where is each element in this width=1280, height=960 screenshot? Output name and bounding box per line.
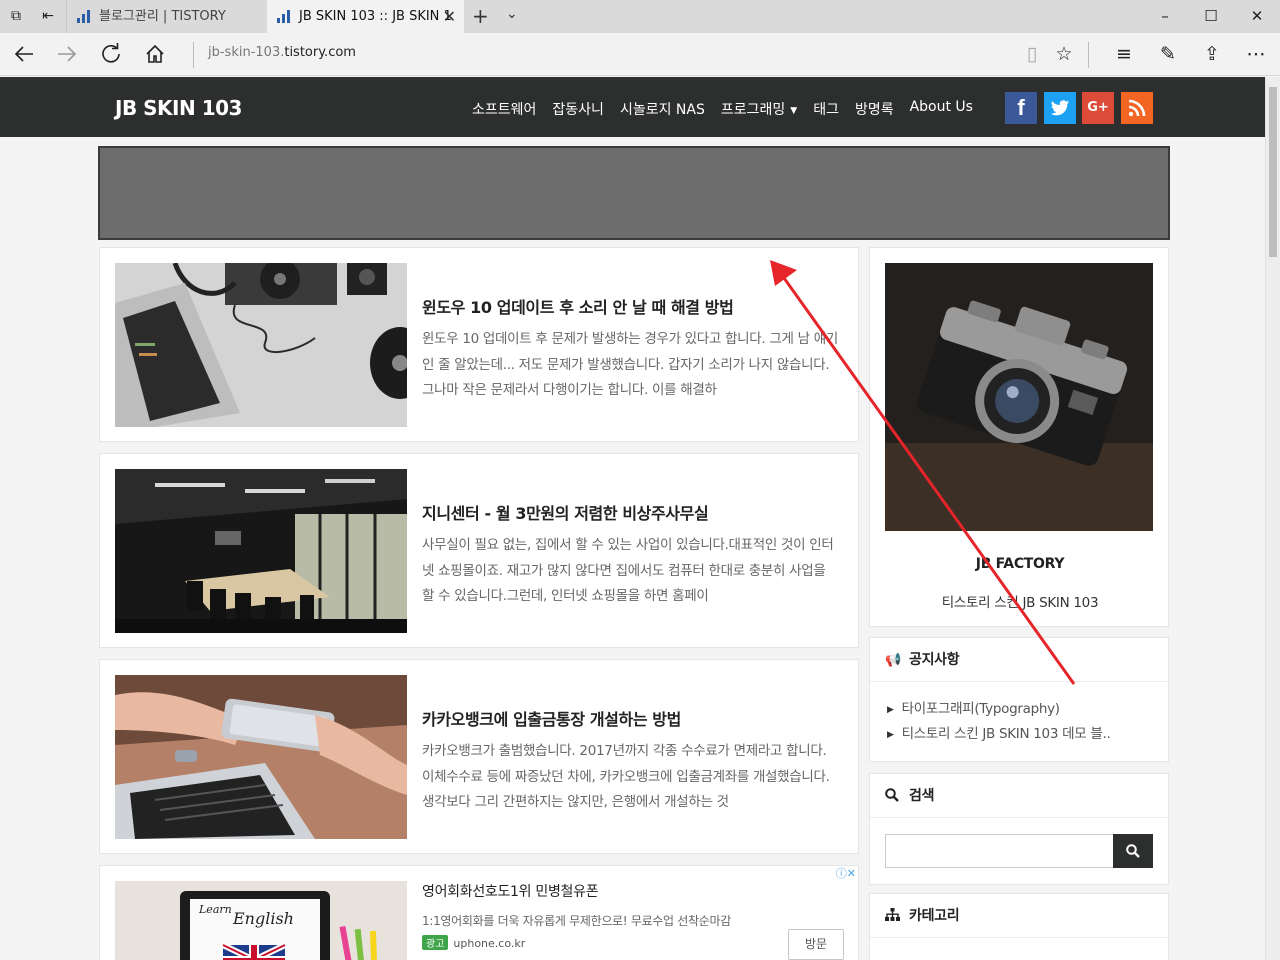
tab-preview-icon[interactable]: ⧉ [8,8,24,24]
profile-description: 티스토리 스킨 JB SKIN 103 [941,595,1099,611]
url-field[interactable]: jb-skin-103.tistory.com [208,45,356,60]
search-form [885,834,1153,868]
close-window-button[interactable]: ✕ [1234,0,1280,33]
post-title[interactable]: 윈도우 10 업데이트 후 소리 안 날 때 해결 방법 [422,294,734,318]
ad-source: 광고 uphone.co.kr [422,935,525,950]
hub-icon[interactable]: ≡ [1111,41,1137,67]
menu-item-tag[interactable]: 태그 [813,99,839,119]
tab-close-icon[interactable]: ✕ [443,0,456,33]
notice-heading: 📢 공지사항 [870,638,1168,682]
more-icon[interactable]: ⋯ [1243,41,1269,67]
google-plus-icon[interactable]: G+ [1082,92,1114,124]
scrollbar-thumb[interactable] [1269,87,1277,257]
address-bar: jb-skin-103.tistory.com ▯ ☆ ≡ ✎ ⇪ ⋯ [0,33,1280,76]
post-thumbnail[interactable] [115,469,407,633]
ad-choices-icon[interactable]: ⓘ✕ [828,866,858,882]
megaphone-icon: 📢 [885,653,901,668]
caret-right-icon: ▶ [887,705,894,715]
search-button[interactable] [1113,834,1153,868]
search-icon [885,775,903,819]
ad-badge: 광고 [422,935,449,950]
tistory-favicon-icon [77,10,91,23]
chevron-down-icon: ▼ [790,106,798,116]
profile-image [885,263,1153,531]
refresh-icon[interactable] [95,39,127,69]
profile-name: JB FACTORY [975,556,1065,572]
browser-tab-bar: ⧉ ⇤ 블로그관리 | TISTORY JB SKIN 103 :: JB SK… [0,0,1280,33]
site-logo[interactable]: JB SKIN 103 [115,96,242,120]
post-card[interactable]: 지니센터 - 월 3만원의 저렴한 비상주사무실 사무실이 필요 없는, 집에서… [99,453,859,648]
post-card[interactable]: 윈도우 10 업데이트 후 소리 안 날 때 해결 방법 윈도우 10 업데이트… [99,247,859,442]
address-separator [193,42,194,68]
site-header: JB SKIN 103 소프트웨어 잡동사니 시놀로지 NAS 프로그래밍 ▼ 태… [0,77,1280,137]
forward-arrow-icon[interactable] [51,39,83,69]
ad-visit-button[interactable]: 방문 [788,929,844,960]
category-heading: 카테고리 [870,894,1168,938]
post-excerpt: 카카오뱅크가 출범했습니다. 2017년까지 각종 수수료가 면제라고 합니다.… [422,743,830,810]
tistory-favicon-icon [277,10,291,23]
profile-widget: JB FACTORY 티스토리 스킨 JB SKIN 103 [869,247,1169,627]
minimize-button[interactable]: – [1142,0,1188,33]
reading-view-icon[interactable]: ▯ [1019,41,1045,67]
post-excerpt: 윈도우 10 업데이트 후 문제가 발생하는 경우가 있다고 합니다. 그게 남… [422,331,838,398]
ad-card[interactable]: Learn English ⓘ✕ 영어회화선호도1위 민병철유폰 1:1영어회화… [99,865,859,960]
page-scrollbar[interactable] [1265,77,1280,960]
ad-banner-placeholder[interactable] [98,146,1170,240]
notice-widget: 📢 공지사항 ▶ 타이포그래피(Typography) ▶ 티스토리 스킨 JB SK… [869,637,1169,762]
notice-item[interactable]: ▶ 티스토리 스킨 JB SKIN 103 데모 블.. [887,722,1153,747]
chevron-down-icon[interactable]: ⌄ [506,6,518,22]
sitemap-icon [885,895,903,939]
set-aside-icon[interactable]: ⇤ [40,8,56,24]
page-viewport: JB SKIN 103 소프트웨어 잡동사니 시놀로지 NAS 프로그래밍 ▼ 태… [0,77,1280,960]
tab-title: JB SKIN 103 :: JB SKIN 1 [299,9,452,24]
tab-jb-skin[interactable]: JB SKIN 103 :: JB SKIN 1 ✕ [267,0,464,33]
post-thumbnail[interactable] [115,263,407,427]
rss-icon[interactable] [1121,92,1153,124]
menu-item-guestbook[interactable]: 방명록 [855,99,894,119]
twitter-icon[interactable] [1044,92,1076,124]
menu-item-misc[interactable]: 잡동사니 [552,99,604,119]
star-icon[interactable]: ☆ [1051,41,1077,67]
post-card[interactable]: 카카오뱅크에 입출금통장 개설하는 방법 카카오뱅크가 출범했습니다. 2017… [99,659,859,854]
menu-item-programming[interactable]: 프로그래밍 ▼ [721,99,797,119]
pen-icon[interactable]: ✎ [1155,41,1181,67]
back-arrow-icon[interactable] [8,39,40,69]
menu-item-synology-nas[interactable]: 시놀로지 NAS [620,99,705,119]
ad-title[interactable]: 영어회화선호도1위 민병철유폰 [422,881,599,901]
search-input[interactable] [885,834,1114,868]
home-icon[interactable] [139,39,171,69]
ad-description: 1:1영어회화를 더욱 자유롭게 무제한으로! 무료수업 선착순마감 [422,914,731,928]
search-widget: 검색 [869,773,1169,885]
share-icon[interactable]: ⇪ [1199,41,1225,67]
notice-item[interactable]: ▶ 타이포그래피(Typography) [887,697,1153,722]
menu-item-software[interactable]: 소프트웨어 [472,99,536,119]
ad-image-english: English [233,909,294,928]
post-thumbnail[interactable] [115,675,407,839]
notice-list: ▶ 타이포그래피(Typography) ▶ 티스토리 스킨 JB SKIN 103… [870,682,1168,747]
post-title[interactable]: 카카오뱅크에 입출금통장 개설하는 방법 [422,706,681,730]
new-tab-icon[interactable]: + [472,4,489,28]
tab-blog-admin[interactable]: 블로그관리 | TISTORY [66,0,266,33]
category-widget: 카테고리 [869,893,1169,960]
menu-item-about[interactable]: About Us [910,99,973,119]
toolbar-separator [1088,42,1089,68]
tab-title: 블로그관리 | TISTORY [99,9,226,24]
caret-right-icon: ▶ [887,730,894,740]
search-heading: 검색 [870,774,1168,818]
post-excerpt: 사무실이 필요 없는, 집에서 할 수 있는 사업이 있습니다.대표적인 것이 … [422,537,834,604]
ad-image-learn: Learn [199,903,232,916]
post-title[interactable]: 지니센터 - 월 3만원의 저렴한 비상주사무실 [422,500,709,524]
maximize-button[interactable]: ☐ [1188,0,1234,33]
facebook-icon[interactable]: f [1005,92,1037,124]
ad-thumbnail[interactable]: Learn English [115,881,407,960]
main-menu: 소프트웨어 잡동사니 시놀로지 NAS 프로그래밍 ▼ 태그 방명록 About … [472,99,973,119]
